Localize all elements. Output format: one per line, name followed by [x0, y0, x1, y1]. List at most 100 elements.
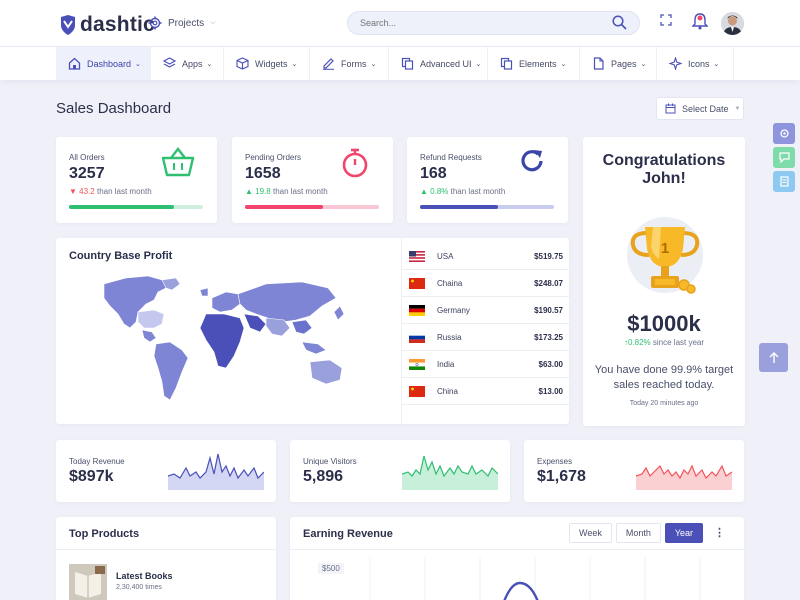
- gear-icon: [779, 129, 789, 138]
- earning-title: Earning Revenue: [303, 528, 393, 540]
- country-row[interactable]: USA $519.75: [402, 243, 570, 270]
- revenue-value: $1,678: [537, 468, 586, 485]
- chevron-down-icon: ⌄: [713, 60, 720, 68]
- nav-label: Elements: [519, 58, 557, 69]
- congrats-amount: $1000k: [627, 311, 701, 336]
- revenue-label: Unique Visitors: [303, 457, 357, 466]
- country-name: Germany: [437, 306, 470, 315]
- country-row[interactable]: Chaina $248.07: [402, 270, 570, 297]
- bell-icon[interactable]: [692, 12, 708, 30]
- world-map[interactable]: [96, 272, 356, 412]
- arrow-up-icon: [769, 351, 778, 363]
- sparkle-icon: [669, 57, 682, 70]
- congrats-heading: Congratulations: [602, 152, 726, 169]
- revenue-value: 5,896: [303, 468, 344, 485]
- copy-icon: [500, 57, 513, 70]
- product-meta: 2,30,400 times: [116, 584, 162, 591]
- toggle-week[interactable]: Week: [569, 523, 612, 543]
- unique-visitors-card: Unique Visitors 5,896: [290, 440, 510, 502]
- cube-icon: [236, 57, 249, 70]
- fullscreen-icon[interactable]: [660, 14, 672, 26]
- flag-de-icon: [409, 305, 425, 316]
- country-value: $13.00: [538, 387, 563, 396]
- progress-fill: [420, 205, 498, 209]
- nav-label: Widgets: [255, 58, 288, 69]
- nav-item-widgets[interactable]: Widgets ⌄: [224, 47, 310, 80]
- y-axis-tick: $500: [318, 563, 344, 574]
- search-input[interactable]: [360, 16, 600, 30]
- nav-item-forms[interactable]: Forms ⌄: [310, 47, 389, 80]
- divider: [290, 549, 744, 550]
- country-value: $248.07: [534, 279, 563, 288]
- chevron-down-icon: ⌄: [135, 60, 141, 68]
- revenue-label: Expenses: [537, 457, 573, 466]
- top-products-card: Top Products Latest Books 2,30,400 times: [56, 517, 276, 600]
- file-icon: [593, 57, 604, 70]
- chevron-down-icon: ⌄: [475, 60, 482, 68]
- nav-item-dashboard[interactable]: Dashboard ⌄: [56, 47, 151, 80]
- earning-chart-area: [369, 557, 701, 600]
- chat-icon: [778, 152, 790, 163]
- refresh-icon: [521, 150, 543, 172]
- settings-tool-button[interactable]: [773, 123, 795, 144]
- nav-item-apps[interactable]: Apps ⌄: [151, 47, 224, 80]
- progress-bar: [420, 205, 554, 209]
- country-profit-title: Country Base Profit: [69, 250, 173, 262]
- copy-icon: [401, 57, 414, 70]
- country-value: $63.00: [538, 360, 563, 369]
- country-row[interactable]: China $13.00: [402, 378, 570, 405]
- earning-revenue-card: Earning Revenue Week Month Year ⋮ $500: [290, 517, 744, 600]
- page-title: Sales Dashboard: [56, 100, 172, 117]
- country-row[interactable]: India $63.00: [402, 351, 570, 378]
- country-value: $173.25: [534, 333, 563, 342]
- nav-label: Apps: [182, 58, 203, 69]
- toggle-month[interactable]: Month: [615, 523, 661, 543]
- product-name: Latest Books: [116, 571, 173, 581]
- search-icon[interactable]: [612, 15, 627, 30]
- country-name: Chaina: [437, 279, 463, 288]
- document-tool-button[interactable]: [773, 171, 795, 192]
- chat-tool-button[interactable]: [773, 147, 795, 168]
- congrats-timestamp: Today 20 minutes ago: [629, 400, 699, 407]
- more-options-icon[interactable]: ⋮: [714, 526, 725, 539]
- chevron-down-icon: ⌄: [640, 60, 647, 68]
- brand-name: dashtic: [80, 13, 155, 36]
- brand-logo[interactable]: dashtic: [60, 13, 155, 37]
- nav-label: Forms: [341, 58, 367, 69]
- expenses-card: Expenses $1,678: [524, 440, 744, 502]
- divider: [56, 549, 276, 550]
- stat-label: All Orders: [69, 153, 105, 162]
- nav-item-elements[interactable]: Elements ⌄: [488, 47, 580, 80]
- home-icon: [68, 57, 81, 70]
- projects-dropdown[interactable]: Projects ⌵: [148, 16, 215, 30]
- flag-in-icon: [409, 359, 425, 370]
- progress-bar: [69, 205, 203, 209]
- congrats-change: ↑0.82% since last year: [623, 338, 705, 347]
- flag-cn-icon: [409, 386, 425, 397]
- scroll-to-top-button[interactable]: [759, 343, 788, 372]
- sparkline-chart: [402, 455, 498, 490]
- gear-icon: [148, 16, 162, 30]
- toggle-year[interactable]: Year: [664, 523, 704, 543]
- country-row[interactable]: Russia $173.25: [402, 324, 570, 351]
- top-bar: dashtic Projects ⌵: [0, 0, 800, 47]
- nav-item-advanced-ui[interactable]: Advanced UI ⌄: [389, 47, 488, 80]
- nav-item-pages[interactable]: Pages ⌄: [580, 47, 657, 80]
- stat-value: 3257: [69, 165, 105, 182]
- user-avatar[interactable]: [721, 12, 744, 35]
- trophy-icon: 1: [627, 217, 703, 294]
- arrow-up-icon: ▲: [420, 187, 428, 196]
- select-date-button[interactable]: Select Date ▼: [656, 97, 744, 120]
- country-name: USA: [437, 252, 454, 261]
- search-bar[interactable]: [347, 11, 640, 35]
- chevron-down-icon: ⌄: [291, 60, 298, 68]
- sparkline-chart: [636, 464, 732, 490]
- country-list: USA $519.75 Chaina $248.07 Germany $190.…: [401, 238, 570, 424]
- nav-item-icons[interactable]: Icons ⌄: [657, 47, 734, 80]
- stat-card-refund-requests: Refund Requests 168 ▲ 0.8% than last mon…: [407, 137, 568, 223]
- stat-label: Pending Orders: [245, 153, 302, 162]
- chevron-down-icon: ⌵: [210, 19, 216, 26]
- stat-value: 168: [420, 165, 447, 182]
- country-row[interactable]: Germany $190.57: [402, 297, 570, 324]
- progress-bar: [245, 205, 379, 209]
